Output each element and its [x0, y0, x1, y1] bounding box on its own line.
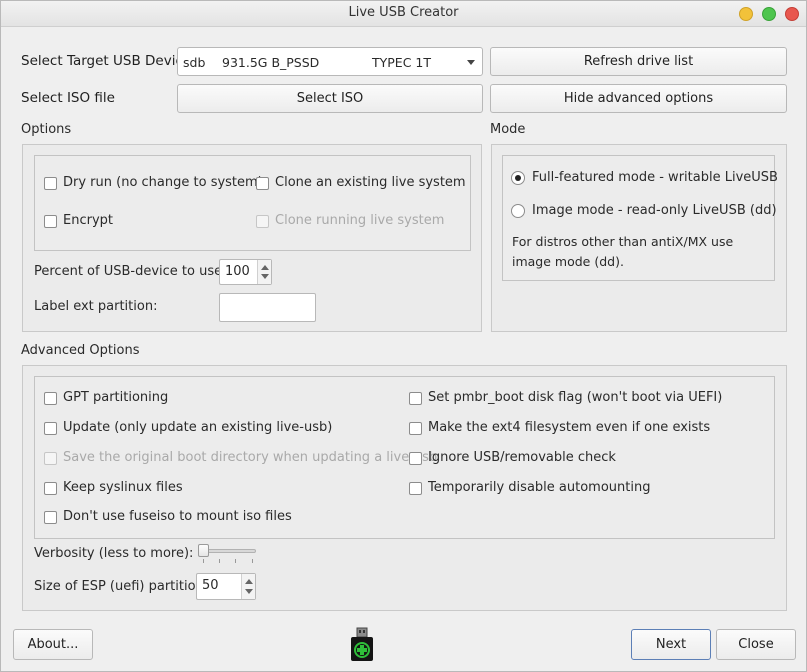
title-bar: Live USB Creator — [1, 1, 806, 27]
clone-existing-label: Clone an existing live system — [275, 175, 466, 190]
minimize-button[interactable] — [739, 7, 753, 21]
device-name: sdb — [183, 55, 206, 70]
select-iso-button[interactable]: Select ISO — [177, 84, 483, 113]
force-ext4-checkbox[interactable] — [409, 422, 422, 435]
label-ext-partition-label: Label ext partition: — [34, 299, 158, 314]
clone-existing-checkbox[interactable] — [256, 177, 269, 190]
gpt-partitioning-checkbox[interactable] — [44, 392, 57, 405]
close-button[interactable] — [785, 7, 799, 21]
full-featured-radio[interactable] — [511, 171, 525, 185]
disable-automount-label: Temporarily disable automounting — [428, 480, 651, 495]
keep-syslinux-label: Keep syslinux files — [63, 480, 183, 495]
target-usb-label: Select Target USB Device — [21, 53, 192, 69]
pmbr-boot-checkbox[interactable] — [409, 392, 422, 405]
no-fuseiso-label: Don't use fuseiso to mount iso files — [63, 509, 292, 524]
dry-run-label: Dry run (no change to system) — [63, 175, 263, 190]
encrypt-label: Encrypt — [63, 213, 113, 228]
no-fuseiso-checkbox[interactable] — [44, 511, 57, 524]
image-mode-radio[interactable] — [511, 204, 525, 218]
advanced-options-heading: Advanced Options — [21, 343, 140, 358]
save-boot-label: Save the original boot directory when up… — [63, 450, 438, 465]
iso-file-label: Select ISO file — [21, 90, 115, 106]
encrypt-checkbox[interactable] — [44, 215, 57, 228]
stepper-down-icon[interactable] — [245, 589, 253, 594]
mode-note: For distros other than antiX/MX use imag… — [512, 234, 734, 269]
main-window: Live USB Creator Select Target USB Devic… — [0, 0, 807, 672]
verbosity-label: Verbosity (less to more): — [34, 546, 194, 561]
esp-stepper[interactable] — [241, 574, 255, 599]
gpt-partitioning-label: GPT partitioning — [63, 390, 169, 405]
stepper-up-icon[interactable] — [261, 265, 269, 270]
hide-advanced-options-button[interactable]: Hide advanced options — [490, 84, 787, 113]
stepper-down-icon[interactable] — [261, 274, 269, 279]
slider-handle[interactable] — [198, 544, 209, 557]
dry-run-checkbox[interactable] — [44, 177, 57, 190]
image-mode-label: Image mode - read-only LiveUSB (dd) — [532, 203, 777, 218]
clone-running-label: Clone running live system — [275, 213, 445, 228]
update-checkbox[interactable] — [44, 422, 57, 435]
window-title: Live USB Creator — [348, 5, 459, 20]
verbosity-slider[interactable] — [198, 543, 258, 565]
device-size: 931.5G B_PSSD — [222, 55, 320, 70]
clone-running-checkbox — [256, 215, 269, 228]
pmbr-boot-label: Set pmbr_boot disk flag (won't boot via … — [428, 390, 723, 405]
usb-device-select[interactable]: sdb 931.5G B_PSSD TYPEC 1T — [177, 47, 483, 76]
percent-usb-value: 100 — [225, 264, 250, 279]
ignore-usb-check-checkbox[interactable] — [409, 452, 422, 465]
keep-syslinux-checkbox[interactable] — [44, 482, 57, 495]
label-ext-partition-input[interactable] — [219, 293, 316, 322]
disable-automount-checkbox[interactable] — [409, 482, 422, 495]
radio-selected-dot — [515, 175, 521, 181]
ignore-usb-check-label: Ignore USB/removable check — [428, 450, 616, 465]
full-featured-label: Full-featured mode - writable LiveUSB — [532, 170, 778, 185]
update-label: Update (only update an existing live-usb… — [63, 420, 333, 435]
usb-stick-plus-icon — [349, 627, 375, 662]
stepper-up-icon[interactable] — [245, 579, 253, 584]
maximize-button[interactable] — [762, 7, 776, 21]
chevron-down-icon — [467, 60, 475, 65]
close-dialog-button[interactable]: Close — [716, 629, 796, 660]
about-button[interactable]: About... — [13, 629, 93, 660]
percent-usb-spinbox[interactable]: 100 — [219, 259, 272, 285]
options-checkbox-panel — [34, 155, 471, 251]
percent-usb-label: Percent of USB-device to use: — [34, 264, 227, 279]
esp-size-value: 50 — [202, 578, 219, 593]
device-model: TYPEC 1T — [372, 55, 431, 70]
save-boot-checkbox — [44, 452, 57, 465]
options-heading: Options — [21, 122, 72, 137]
esp-size-label: Size of ESP (uefi) partition: — [34, 579, 209, 594]
refresh-drive-list-button[interactable]: Refresh drive list — [490, 47, 787, 76]
force-ext4-label: Make the ext4 filesystem even if one exi… — [428, 420, 711, 435]
percent-stepper[interactable] — [257, 260, 271, 284]
slider-ticks — [203, 559, 253, 563]
next-button[interactable]: Next — [631, 629, 711, 660]
mode-heading: Mode — [490, 122, 526, 137]
esp-size-spinbox[interactable]: 50 — [196, 573, 256, 600]
